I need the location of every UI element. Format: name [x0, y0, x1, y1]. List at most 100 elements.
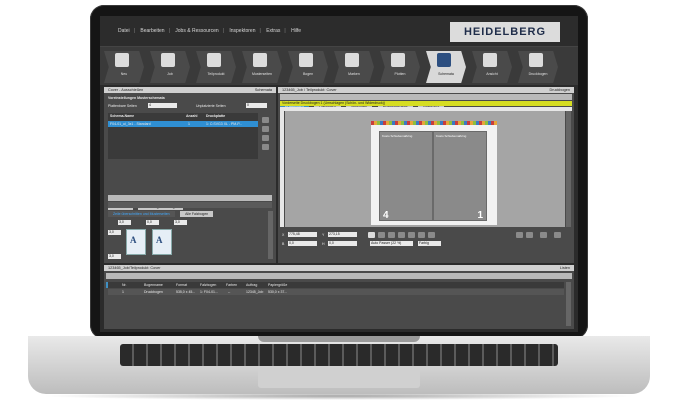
menu-items: Datei | Bearbeiten | Jobs & Ressourcen | In…: [118, 28, 302, 34]
menu-bearbeiten[interactable]: Bearbeiten: [140, 28, 164, 34]
part-product-icon: [207, 53, 221, 67]
canvas-scrollbar[interactable]: [566, 111, 571, 227]
add-scheme-button[interactable]: [262, 117, 269, 123]
scheme-table: Schema-Name Anzahl Druckplatte F04-01_ui…: [108, 113, 258, 159]
subtab-falzbogen[interactable]: Alle Falzbogen: [180, 211, 214, 217]
edit-scheme-button[interactable]: [262, 126, 269, 132]
gap-field-1[interactable]: 3,0: [118, 220, 131, 225]
color-mode-select[interactable]: Farbig: [418, 241, 441, 246]
step-job[interactable]: Job: [150, 51, 190, 83]
coord-y-field[interactable]: 273,15: [328, 232, 357, 237]
screen: Datei | Bearbeiten | Jobs & Ressourcen | In…: [100, 16, 578, 332]
select-tool-icon[interactable]: [368, 232, 375, 238]
step-plotten[interactable]: Plotten: [380, 51, 420, 83]
coord-h-field[interactable]: 0,0: [328, 241, 357, 246]
workflow-toolbar: Neu Job Teilprodukt Musterseiten Bogen M…: [100, 47, 578, 85]
col-header-name: Schema-Name: [110, 114, 135, 118]
schemes-icon: [437, 53, 451, 67]
page-preview-glyph: A: [156, 235, 163, 245]
col-header-count: Anzahl: [186, 114, 198, 118]
coord-y-label: Y: [322, 233, 325, 237]
step-teilprodukt[interactable]: Teilprodukt: [196, 51, 236, 83]
left-panel: Cover - Ausschießen Schemata Voreinstell…: [104, 87, 276, 263]
move-tool-icon[interactable]: [378, 232, 385, 238]
plot-icon: [391, 53, 405, 67]
heidelberg-logo: HEIDELBERG: [450, 22, 560, 42]
coord-h-label: H: [322, 242, 325, 246]
main-tabs: Druckbogen Falzbogen Seitenliste Druckbo…: [280, 94, 572, 109]
step-schemata[interactable]: Schemata: [426, 51, 466, 83]
subtab-zeile[interactable]: Zeile überschritten und Musterseiten: [108, 211, 175, 217]
planned-pages-label: Plattenbare Seiten: [108, 104, 137, 108]
list-tabs: Druckbogen Falzbogen Seitenliste Zugewie…: [106, 273, 572, 288]
left-panel-title: Cover - Ausschießen Schemata: [104, 87, 276, 93]
copy-scheme-button[interactable]: [262, 135, 269, 141]
master-pages-icon: [253, 53, 267, 67]
view-icon: [483, 53, 497, 67]
variant-subtabs: Zeile überschritten und Musterseiten All…: [108, 202, 272, 217]
delete-scheme-button[interactable]: [262, 144, 269, 150]
bottom-panel-title: 123465_Job/Teilprodukt: Cover Listen: [104, 265, 574, 271]
bottom-panel: 123465_Job/Teilprodukt: Cover Listen Dru…: [104, 265, 574, 329]
page-preview-right: A: [152, 229, 172, 255]
menu-extras[interactable]: Extras: [266, 28, 280, 34]
gap-field-2[interactable]: 0,0: [146, 220, 159, 225]
page-preview-glyph: A: [130, 235, 137, 245]
table-row[interactable]: 1 Druckbogen 535,0 x 45... 1: F04-01... …: [108, 289, 564, 295]
step-neu[interactable]: Neu: [104, 51, 144, 83]
unplaced-pages-label: Unplatzierte Seiten: [196, 104, 226, 108]
main-panel-title: 123465_Job / Teilprodukt: Cover Druckbog…: [278, 87, 574, 93]
gap-field-4[interactable]: 3,0: [108, 230, 121, 235]
fit-view-icon[interactable]: [554, 232, 561, 238]
align-tool-icon[interactable]: [398, 232, 405, 238]
new-job-icon: [115, 53, 129, 67]
laptop-base: [28, 336, 650, 394]
sheet-info-bar: Vorderseite Druckbogen 1 (Umschlagen (Sc…: [280, 101, 572, 106]
variant-tabs: Varianten Einteilung Druckbogen: [108, 195, 272, 210]
step-druckbogen[interactable]: Druckbogen: [518, 51, 558, 83]
menu-jobs[interactable]: Jobs & Ressourcen: [175, 28, 218, 34]
menu-inspektoren[interactable]: Inspektoren: [229, 28, 255, 34]
coord-b-field[interactable]: 0,0: [288, 241, 317, 246]
grid-icon[interactable]: [540, 232, 547, 238]
planned-pages-field[interactable]: 4: [148, 103, 177, 108]
coord-b-label: B: [282, 242, 285, 246]
press-sheet-icon: [529, 53, 543, 67]
unplaced-pages-field[interactable]: 0: [246, 103, 267, 108]
laptop-hinge: [258, 336, 420, 342]
page-number-left: 4: [383, 210, 389, 221]
ruler-vertical: [280, 111, 284, 227]
step-musterseiten[interactable]: Musterseiten: [242, 51, 282, 83]
marks-icon: [345, 53, 359, 67]
coord-x-field[interactable]: 775,48: [288, 232, 317, 237]
keyboard: [120, 344, 558, 366]
main-panel: 123465_Job / Teilprodukt: Cover Druckbog…: [278, 87, 574, 263]
zoom-select[interactable]: Auto Passer (22 %): [370, 241, 413, 246]
view-mode-icon[interactable]: [516, 232, 523, 238]
distribute-tool-icon[interactable]: [408, 232, 415, 238]
page-right[interactable]: Kosto Schiebemaßring 1: [433, 131, 487, 221]
zoom-tool-icon[interactable]: [428, 232, 435, 238]
gap-field-3[interactable]: 3,0: [174, 220, 187, 225]
press-sheet: Kosto Schiebemaßring 4 Kosto Schiebemaßr…: [371, 121, 497, 225]
menu-bar: Datei | Bearbeiten | Jobs & Ressourcen | In…: [100, 16, 578, 47]
left-scrollbar[interactable]: [268, 211, 273, 259]
page-number-right: 1: [477, 210, 483, 221]
sheet-canvas[interactable]: Kosto Schiebemaßring 4 Kosto Schiebemaßr…: [285, 111, 565, 227]
list-header: Nr. Bogenname Format Falzbogen Farben Au…: [108, 282, 564, 288]
step-ansicht[interactable]: Ansicht: [472, 51, 512, 83]
color-control-strip: [371, 121, 497, 125]
menu-hilfe[interactable]: Hilfe: [291, 28, 301, 34]
preview-icon[interactable]: [526, 232, 533, 238]
coord-x-label: X: [282, 233, 285, 237]
page-left[interactable]: Kosto Schiebemaßring 4: [379, 131, 433, 221]
list-scrollbar[interactable]: [566, 282, 571, 326]
step-bogen[interactable]: Bogen: [288, 51, 328, 83]
rotate-tool-icon[interactable]: [388, 232, 395, 238]
trackpad: [258, 368, 420, 388]
step-marken[interactable]: Marken: [334, 51, 374, 83]
table-row[interactable]: F04-01_ui_3x1 - Standard 1 1: C:SVG3 XL …: [108, 121, 258, 127]
gap-field-5[interactable]: 3,0: [108, 254, 121, 259]
crop-tool-icon[interactable]: [418, 232, 425, 238]
menu-datei[interactable]: Datei: [118, 28, 130, 34]
